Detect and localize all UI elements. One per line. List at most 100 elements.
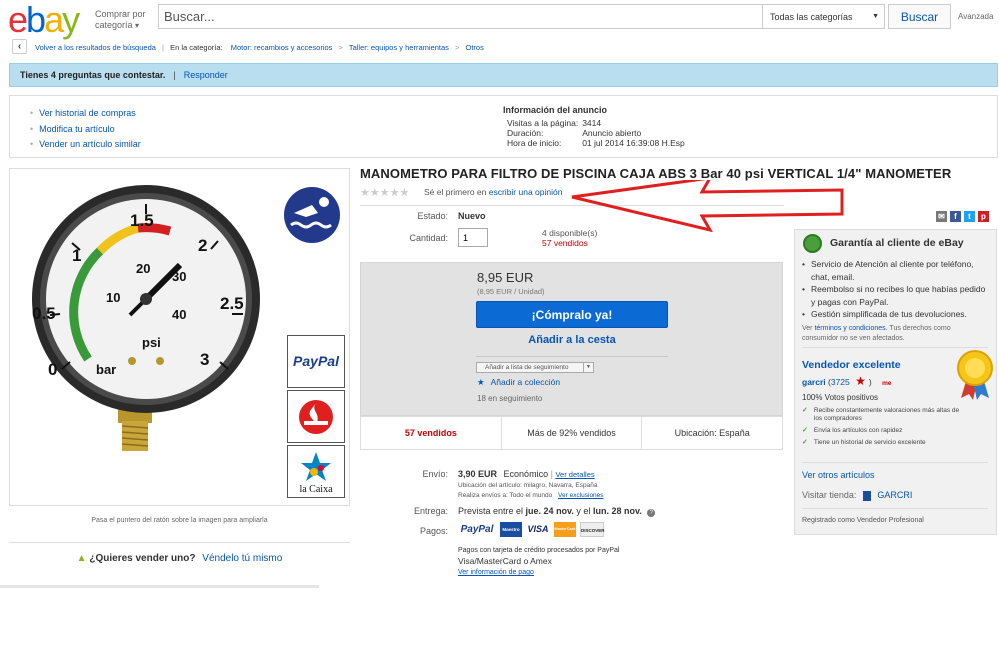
gauge-label: bar <box>96 362 116 377</box>
back-arrow-icon[interactable]: ‹ <box>12 39 27 54</box>
divider <box>802 462 988 463</box>
sell-similar-link[interactable]: Vender un artículo similar <box>39 139 141 149</box>
santander-thumbnail[interactable] <box>287 390 345 443</box>
quantity-input[interactable] <box>458 228 488 247</box>
paypal-thumb-label: PayPal <box>293 353 339 369</box>
breadcrumb-item[interactable]: Motor: recambios y accesorios <box>231 43 333 52</box>
feedback-star-icon: ★ <box>855 374 866 388</box>
product-title: MANOMETRO PARA FILTRO DE PISCINA CAJA AB… <box>360 166 952 181</box>
exclusions-link[interactable]: Ver exclusiones <box>558 492 604 499</box>
sell-question: ¿Quieres vender uno? <box>89 553 196 564</box>
gauge-label: 1 <box>72 246 81 265</box>
listing-info: Información del anuncio Visitas a la pág… <box>503 105 689 148</box>
listing-info-value: 01 jul 2014 16:39:08 H.Esp <box>582 138 685 148</box>
me-icon[interactable]: me <box>882 380 891 387</box>
seller-name[interactable]: garcri <box>802 377 826 387</box>
delivery-label: Entrega: <box>413 506 448 516</box>
questions-notice: Tienes 4 preguntas que contestar. | Resp… <box>9 63 998 87</box>
checkmark-icon: ✓ <box>802 427 808 434</box>
zoom-hint: Pasa el puntero del ratón sobre la image… <box>91 517 268 524</box>
product-image-box[interactable]: 0 0.5 1 1.5 2 2.5 3 10 20 30 40 psi bar … <box>9 168 350 506</box>
store-icon <box>862 490 871 501</box>
pinterest-share-icon[interactable]: p <box>978 211 989 222</box>
breadcrumb-item[interactable]: Taller: equipos y herramientas <box>349 43 449 52</box>
gauge-label: 20 <box>136 261 150 276</box>
advanced-search-link[interactable]: Avanzada <box>958 12 993 21</box>
lacaixa-thumbnail[interactable]: la Caixa <box>287 445 345 498</box>
visit-store-label: Visitar tienda: <box>802 490 857 500</box>
visit-store: Visitar tienda: GARCRI <box>802 490 912 501</box>
guarantee-item: Gestión simplificada de tus devoluciones… <box>802 308 990 321</box>
paypal-thumbnail[interactable]: PayPal <box>287 335 345 388</box>
delivery-prefix: Prevista entre el <box>458 506 524 516</box>
sell-one-box: ▲ ¿Quieres vender uno? Véndelo tú mismo <box>9 542 350 564</box>
check-text: Tiene un historial de servicio excelente <box>813 439 926 446</box>
twitter-share-icon[interactable]: t <box>964 211 975 222</box>
listing-info-label: Visitas a la página: <box>507 118 579 128</box>
browse-label-2: categoría <box>95 20 133 30</box>
mastercard-logo: MasterCard <box>554 522 576 537</box>
browse-label-1: Comprar por <box>95 9 146 19</box>
guarantee-title: Garantía al cliente de eBay <box>830 237 964 249</box>
edit-item-link[interactable]: Modifica tu artículo <box>39 124 115 134</box>
search-button[interactable]: Buscar <box>888 4 951 29</box>
shipping-details: Ubicación del artículo: milagro, Navarra… <box>458 481 604 501</box>
shipping-details-link[interactable]: Ver detalles <box>555 470 594 479</box>
unit-price: (8,95 EUR / Unidad) <box>477 287 545 296</box>
email-share-icon[interactable]: ✉ <box>936 211 947 222</box>
add-to-watchlist-button[interactable]: Añadir a lista de seguimiento ▼ <box>476 362 594 373</box>
browse-by-category[interactable]: Comprar por categoría ▾ <box>95 9 146 31</box>
help-icon[interactable]: ? <box>647 509 656 517</box>
sell-yourself-link[interactable]: Véndelo tú mismo <box>202 553 282 564</box>
paypal-logo: PayPal <box>460 524 494 535</box>
stat-location: Ubicación: España <box>674 428 750 438</box>
notice-text: Tienes 4 preguntas que contestar. <box>20 70 166 80</box>
back-to-results-link[interactable]: Volver a los resultados de búsqueda <box>35 43 156 52</box>
respond-link[interactable]: Responder <box>184 70 228 80</box>
facebook-share-icon[interactable]: f <box>950 211 961 222</box>
breadcrumb: Volver a los resultados de búsqueda | En… <box>35 43 484 52</box>
add-to-cart-link[interactable]: Añadir a la cesta <box>476 334 668 346</box>
purchase-history-link[interactable]: Ver historial de compras <box>39 108 136 118</box>
delivery-estimate: Prevista entre el jue. 24 nov. y el lun.… <box>458 506 656 517</box>
write-review-link[interactable]: escribir una opinión <box>489 187 563 197</box>
search-input[interactable] <box>159 5 762 28</box>
santander-flame-icon <box>299 400 333 434</box>
seller-score[interactable]: 3725 <box>831 377 850 387</box>
payments-label: Pagos: <box>419 526 448 536</box>
gauge-label: 2.5 <box>220 294 244 313</box>
available-count: 4 disponible(s) <box>542 228 598 238</box>
review-prompt: Sé el primero en escribir una opinión <box>424 187 562 197</box>
chevron-down-icon: ▼ <box>872 13 879 20</box>
discover-logo: DISCOVER <box>580 522 605 537</box>
listing-info-label: Hora de inicio: <box>507 138 562 148</box>
star-icon: ★ <box>477 377 485 387</box>
chevron-down-icon[interactable]: ▼ <box>583 363 593 372</box>
category-select[interactable]: Todas las categorías ▼ <box>762 5 884 28</box>
add-to-collection[interactable]: ★ Añadir a colección <box>477 377 560 388</box>
divider <box>802 508 988 509</box>
listing-info-label: Duración: <box>507 128 544 138</box>
other-items-link[interactable]: Ver otros artículos <box>802 470 875 480</box>
payment-note: Pagos con tarjeta de crédito procesados … <box>458 547 620 554</box>
payment-info-link[interactable]: Ver información de pago <box>458 567 620 578</box>
ebay-logo[interactable]: ebay <box>8 2 80 38</box>
category-select-value: Todas las categorías <box>770 11 853 22</box>
sales-stats: 57 vendidos Más de 92% vendidos Ubicació… <box>360 416 783 450</box>
maestro-logo: Maestro <box>500 522 522 537</box>
store-link[interactable]: GARCRI <box>877 490 912 500</box>
annotation-arrow-icon <box>571 180 844 232</box>
check-text: Recibe constantemente valoraciones más a… <box>813 407 960 422</box>
price: 8,95 EUR <box>477 270 534 285</box>
search-bar: Todas las categorías ▼ <box>158 4 885 29</box>
terms-link[interactable]: términos y condiciones <box>814 325 885 332</box>
seller-checks: ✓ Recibe constantemente valoraciones más … <box>802 407 962 451</box>
gauge-label: 1.5 <box>130 211 154 230</box>
breadcrumb-item[interactable]: Otros <box>465 43 483 52</box>
gauge-label: 10 <box>106 290 120 305</box>
gauge-label: 40 <box>172 307 186 322</box>
share-icons: ✉ f t p <box>936 211 989 222</box>
buy-now-button[interactable]: ¡Cómpralo ya! <box>476 301 668 328</box>
condition-value: Nuevo <box>458 211 486 221</box>
condition-label: Estado: <box>417 211 448 221</box>
